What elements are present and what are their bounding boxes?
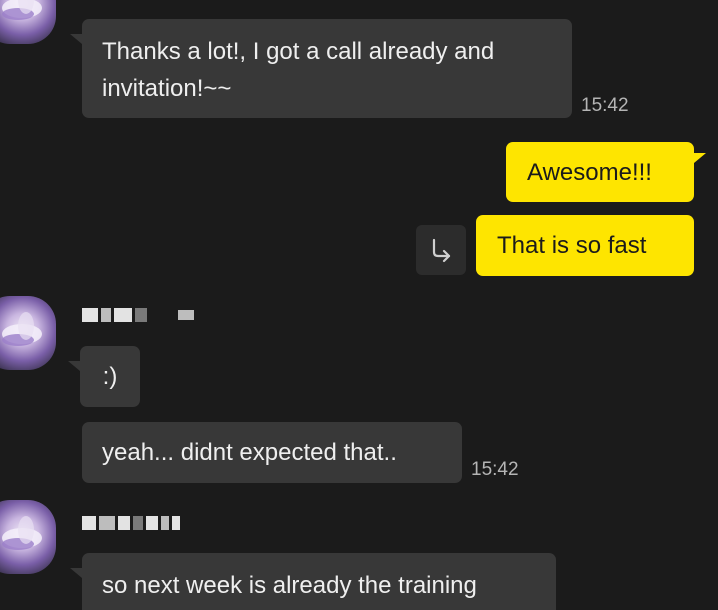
flower-avatar-icon	[2, 312, 42, 346]
reply-arrow-icon	[432, 238, 451, 263]
sender-avatar[interactable]	[0, 500, 56, 574]
bubble-tail	[694, 153, 706, 163]
message-bubble-outgoing[interactable]: Awesome!!!	[506, 142, 694, 202]
message-bubble-incoming[interactable]: :)	[80, 346, 140, 407]
bubble-tail	[70, 34, 82, 44]
flower-avatar-icon	[2, 0, 42, 20]
sender-name-redacted	[82, 300, 197, 330]
bubble-tail	[70, 568, 82, 578]
reply-button[interactable]	[416, 225, 466, 275]
message-bubble-incoming[interactable]: yeah... didnt expected that..	[82, 422, 462, 483]
message-timestamp: 15:42	[471, 459, 519, 480]
message-bubble-incoming[interactable]: Thanks a lot!, I got a call already and …	[82, 19, 572, 118]
flower-avatar-icon	[2, 516, 42, 550]
sender-name-redacted	[82, 508, 183, 538]
message-bubble-outgoing[interactable]: That is so fast	[476, 215, 694, 276]
chat-window: Thanks a lot!, I got a call already and …	[0, 0, 718, 610]
message-timestamp: 15:42	[581, 95, 629, 116]
sender-avatar[interactable]	[0, 0, 56, 44]
sender-avatar[interactable]	[0, 296, 56, 370]
bubble-tail	[68, 361, 80, 371]
message-bubble-incoming[interactable]: so next week is already the training	[82, 553, 556, 610]
